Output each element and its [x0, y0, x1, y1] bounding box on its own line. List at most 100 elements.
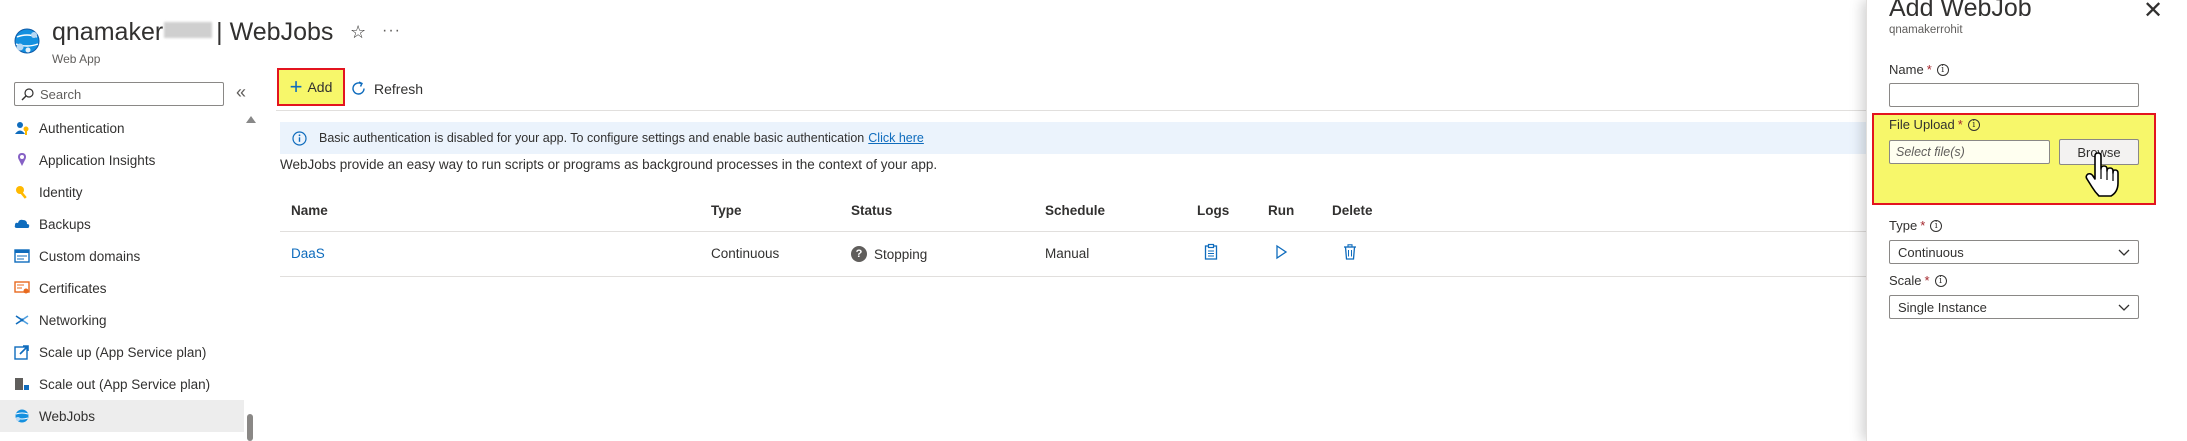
- sidebar-item-label: WebJobs: [39, 408, 96, 424]
- sidebar-item-custom-domains[interactable]: Custom domains: [0, 240, 244, 272]
- redacted-name-blur: [164, 22, 213, 38]
- webapp-logo-icon: [12, 26, 42, 56]
- type-select-value: Continuous: [1898, 244, 1964, 260]
- name-info-icon[interactable]: i: [1936, 63, 1949, 76]
- banner-click-here-link[interactable]: Click here: [868, 131, 924, 145]
- sidebar-scrollbar[interactable]: [244, 112, 256, 441]
- networking-icon: [14, 312, 30, 328]
- sidebar-item-label: Authentication: [39, 120, 125, 136]
- required-marker: *: [1926, 62, 1932, 77]
- required-marker: *: [1924, 273, 1930, 288]
- refresh-button[interactable]: Refresh: [350, 80, 423, 97]
- sidebar-item-label: Networking: [39, 312, 107, 328]
- webjobs-icon: [14, 408, 30, 424]
- refresh-button-label: Refresh: [374, 80, 424, 97]
- table-header-divider: [280, 231, 1866, 232]
- page-subtitle: Web App: [52, 52, 101, 66]
- column-header-status: Status: [851, 203, 893, 218]
- chevron-down-icon: [2118, 304, 2130, 311]
- sidebar-item-authentication[interactable]: Authentication: [0, 112, 244, 144]
- title-blade-name: | WebJobs: [216, 18, 334, 46]
- add-button[interactable]: + Add: [277, 68, 345, 106]
- name-field-label: Name * i: [1889, 62, 1949, 77]
- panel-subtitle: qnamakerrohit: [1889, 24, 1963, 36]
- scroll-thumb[interactable]: [247, 414, 253, 441]
- hand-cursor-icon: [2085, 152, 2119, 198]
- banner-text: Basic authentication is disabled for you…: [319, 131, 865, 145]
- sidebar-item-scale-up[interactable]: Scale up (App Service plan): [0, 336, 244, 368]
- sidebar-item-scale-out[interactable]: Scale out (App Service plan): [0, 368, 244, 400]
- webjob-status: ? Stopping: [851, 246, 927, 262]
- page-description: WebJobs provide an easy way to run scrip…: [280, 157, 938, 172]
- refresh-icon: [352, 81, 365, 95]
- required-marker: *: [1957, 117, 1963, 132]
- name-input[interactable]: [1889, 83, 2139, 107]
- sidebar-item-certificates[interactable]: Certificates: [0, 272, 244, 304]
- sidebar-item-webjobs[interactable]: WebJobs: [0, 400, 244, 432]
- plus-icon: +: [289, 74, 303, 99]
- table-row-divider: [280, 276, 1866, 277]
- scale-select-value: Single Instance: [1898, 299, 1987, 315]
- file-upload-label-text: File Upload: [1889, 117, 1955, 132]
- scroll-up-arrow-icon[interactable]: [246, 116, 256, 123]
- file-select-input[interactable]: Select file(s): [1889, 140, 2050, 164]
- chevron-down-icon: [2118, 249, 2130, 256]
- toolbar-divider: [276, 110, 1866, 111]
- application-insights-icon: [14, 152, 30, 168]
- sidebar-item-identity[interactable]: Identity: [0, 176, 244, 208]
- sidebar-item-label: Certificates: [39, 280, 107, 296]
- add-webjob-panel: Add WebJob qnamakerrohit ✕ Name * i File…: [1866, 0, 2187, 441]
- panel-title: Add WebJob: [1889, 0, 2032, 22]
- file-upload-info-icon[interactable]: i: [1967, 118, 1980, 131]
- webjob-schedule: Manual: [1045, 246, 1090, 261]
- file-upload-label: File Upload * i: [1889, 117, 1980, 132]
- type-info-icon[interactable]: i: [1930, 219, 1943, 232]
- column-header-delete: Delete: [1332, 203, 1373, 218]
- sidebar-item-backups[interactable]: Backups: [0, 208, 244, 240]
- favorite-star-icon[interactable]: ☆: [350, 22, 366, 43]
- scale-info-icon[interactable]: i: [1934, 274, 1947, 287]
- title-app-name: qnamaker: [52, 18, 164, 46]
- name-label-text: Name: [1889, 62, 1924, 77]
- more-options-button[interactable]: ···: [382, 22, 401, 40]
- sidebar-item-application-insights[interactable]: Application Insights: [0, 144, 244, 176]
- identity-icon: [14, 184, 30, 200]
- sidebar-search[interactable]: [14, 82, 224, 106]
- column-header-type: Type: [711, 203, 742, 218]
- info-banner: Basic authentication is disabled for you…: [280, 122, 1866, 154]
- page-title: qnamaker | WebJobs: [52, 18, 333, 47]
- custom-domains-icon: [14, 248, 30, 264]
- type-label-text: Type: [1889, 218, 1918, 233]
- scale-field-label: Scale * i: [1889, 273, 1947, 288]
- column-header-schedule: Schedule: [1045, 203, 1106, 218]
- sidebar-nav: Authentication Application Insights Iden…: [0, 112, 244, 432]
- scale-out-icon: [14, 376, 30, 392]
- certificates-icon: [14, 280, 30, 296]
- search-input[interactable]: [40, 86, 220, 102]
- type-field-label: Type * i: [1889, 218, 1943, 233]
- logs-clipboard-icon[interactable]: [1202, 243, 1220, 261]
- status-question-icon: ?: [851, 246, 867, 262]
- search-icon: [21, 87, 34, 100]
- sidebar-item-networking[interactable]: Networking: [0, 304, 244, 336]
- required-marker: *: [1920, 218, 1926, 233]
- webjob-name-link[interactable]: DaaS: [291, 246, 325, 261]
- sidebar-item-label: Backups: [39, 216, 91, 232]
- collapse-sidebar-button[interactable]: «: [236, 82, 246, 103]
- sidebar-item-label: Scale out (App Service plan): [39, 376, 211, 392]
- close-icon[interactable]: ✕: [2143, 0, 2163, 25]
- scale-select[interactable]: Single Instance: [1889, 295, 2139, 319]
- authentication-icon: [14, 120, 30, 136]
- column-header-logs: Logs: [1197, 203, 1230, 218]
- delete-trash-icon[interactable]: [1341, 243, 1359, 261]
- scale-label-text: Scale: [1889, 273, 1922, 288]
- sidebar-item-label: Identity: [39, 184, 83, 200]
- webjob-status-text: Stopping: [874, 246, 928, 262]
- run-play-icon[interactable]: [1272, 243, 1290, 261]
- add-button-label: Add: [307, 79, 333, 95]
- sidebar-item-label: Scale up (App Service plan): [39, 344, 207, 360]
- info-icon: [292, 130, 307, 146]
- type-select[interactable]: Continuous: [1889, 240, 2139, 264]
- webjob-type: Continuous: [711, 246, 780, 261]
- sidebar-item-label: Custom domains: [39, 248, 141, 264]
